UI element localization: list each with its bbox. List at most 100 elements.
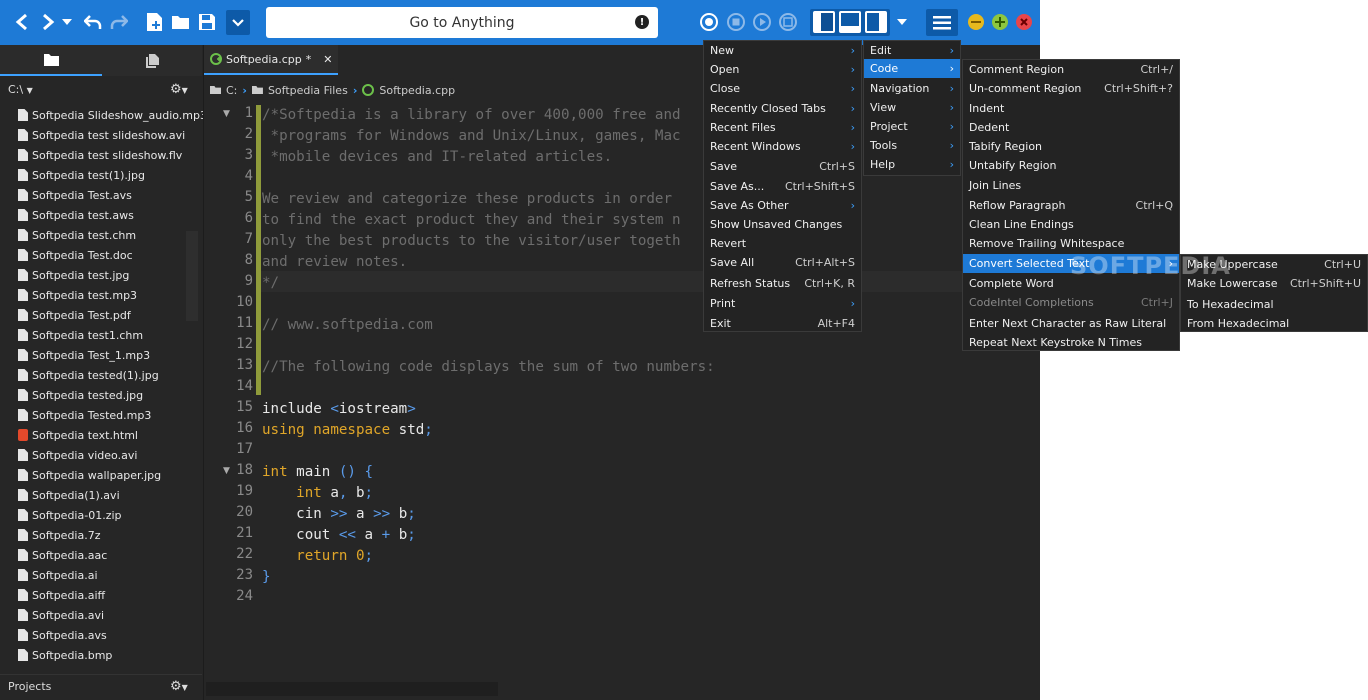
file-list-item[interactable]: Softpedia wallpaper.jpg bbox=[0, 465, 202, 485]
menu-item-revert[interactable]: Revert bbox=[704, 234, 861, 253]
notification-icon[interactable]: ! bbox=[635, 15, 649, 29]
projects-settings-button[interactable]: ⚙▼ bbox=[170, 679, 188, 694]
menu-item-tabify-region[interactable]: Tabify Region bbox=[963, 137, 1179, 156]
undo-icon[interactable] bbox=[82, 12, 104, 32]
file-list-item[interactable]: Softpedia Test.doc bbox=[0, 245, 202, 265]
layout-dropdown-icon[interactable] bbox=[895, 14, 909, 30]
redo-icon[interactable] bbox=[108, 12, 130, 32]
fold-toggle-icon[interactable]: ▼ bbox=[223, 109, 230, 119]
editor-tab-softpedia-cpp[interactable]: Softpedia.cpp * ✕ bbox=[204, 45, 338, 75]
stop-macro-icon[interactable] bbox=[725, 11, 747, 33]
menu-item-tools[interactable]: Tools › bbox=[864, 136, 960, 155]
menu-item-indent[interactable]: Indent bbox=[963, 99, 1179, 118]
save-macro-icon[interactable] bbox=[777, 11, 799, 33]
menu-item-codeintel-completions[interactable]: CodeIntel Completions Ctrl+J bbox=[963, 293, 1179, 312]
file-list-item[interactable]: Softpedia tested(1).jpg bbox=[0, 365, 202, 385]
menu-item-save-as[interactable]: Save As... Ctrl+Shift+S bbox=[704, 177, 861, 196]
history-dropdown-icon[interactable] bbox=[60, 14, 74, 30]
file-list-item[interactable]: Softpedia Test.avs bbox=[0, 185, 202, 205]
file-list-item[interactable]: Softpedia test.aws bbox=[0, 205, 202, 225]
menu-item-recent-files[interactable]: Recent Files › bbox=[704, 118, 861, 137]
menu-item-close[interactable]: Close › bbox=[704, 79, 861, 98]
breadcrumb-item[interactable]: C: bbox=[226, 84, 237, 97]
file-list-item[interactable]: Softpedia test.jpg bbox=[0, 265, 202, 285]
file-list-item[interactable]: Softpedia test1.chm bbox=[0, 325, 202, 345]
file-list-item[interactable]: Softpedia.bmp bbox=[0, 645, 202, 665]
file-list-item[interactable]: Softpedia(1).avi bbox=[0, 485, 202, 505]
menu-item-join-lines[interactable]: Join Lines bbox=[963, 176, 1179, 195]
file-list-item[interactable]: Softpedia test(1).jpg bbox=[0, 165, 202, 185]
file-list-item[interactable]: Softpedia.avs bbox=[0, 625, 202, 645]
menu-item-save-as-other[interactable]: Save As Other › bbox=[704, 196, 861, 215]
go-to-anything-input[interactable]: Go to Anything ! bbox=[266, 7, 658, 38]
menu-item-remove-trailing-whitespace[interactable]: Remove Trailing Whitespace bbox=[963, 234, 1179, 253]
file-list-item[interactable]: Softpedia.aiff bbox=[0, 585, 202, 605]
close-window-icon[interactable] bbox=[1016, 14, 1032, 30]
menu-item-navigation[interactable]: Navigation › bbox=[864, 79, 960, 98]
menu-item-reflow-paragraph[interactable]: Reflow Paragraph Ctrl+Q bbox=[963, 196, 1179, 215]
save-icon[interactable] bbox=[196, 11, 218, 33]
back-icon[interactable] bbox=[12, 12, 32, 32]
horizontal-scrollbar[interactable] bbox=[206, 682, 498, 696]
places-settings-button[interactable]: ⚙▼ bbox=[170, 82, 188, 97]
menu-item-clean-line-endings[interactable]: Clean Line Endings bbox=[963, 215, 1179, 234]
file-list-item[interactable]: Softpedia test.chm bbox=[0, 225, 202, 245]
tab-places[interactable] bbox=[0, 45, 102, 76]
menu-item-dedent[interactable]: Dedent bbox=[963, 118, 1179, 137]
menu-item-enter-next-character-as-raw-literal[interactable]: Enter Next Character as Raw Literal bbox=[963, 314, 1179, 333]
play-macro-icon[interactable] bbox=[751, 11, 773, 33]
file-list-item[interactable]: Softpedia Test.pdf bbox=[0, 305, 202, 325]
menu-item-repeat-next-keystroke-n-times[interactable]: Repeat Next Keystroke N Times bbox=[963, 333, 1179, 352]
menu-item-exit[interactable]: Exit Alt+F4 bbox=[704, 314, 861, 333]
file-list-item[interactable]: Softpedia Slideshow_audio.mp3 bbox=[0, 105, 207, 125]
file-list-item[interactable]: Softpedia test.mp3 bbox=[0, 285, 202, 305]
menu-item-refresh-status[interactable]: Refresh Status Ctrl+K, R bbox=[704, 274, 861, 293]
file-list-item[interactable]: Softpedia video.avi bbox=[0, 445, 202, 465]
file-list-item[interactable]: Softpedia.ai bbox=[0, 565, 202, 585]
maximize-icon[interactable] bbox=[992, 14, 1008, 30]
places-root-selector[interactable]: C:\ ▼ bbox=[8, 83, 33, 96]
layout-right-pane-icon[interactable] bbox=[865, 11, 887, 33]
breadcrumb-item[interactable]: Softpedia.cpp bbox=[379, 84, 455, 97]
file-list-item[interactable]: Softpedia test slideshow.flv bbox=[0, 145, 202, 165]
fold-toggle-icon[interactable]: ▼ bbox=[223, 466, 230, 476]
file-list-item[interactable]: Softpedia tested.jpg bbox=[0, 385, 202, 405]
menu-item-untabify-region[interactable]: Untabify Region bbox=[963, 156, 1179, 175]
menu-item-project[interactable]: Project › bbox=[864, 117, 960, 136]
menu-item-new[interactable]: New › bbox=[704, 41, 861, 60]
open-folder-icon[interactable] bbox=[169, 11, 193, 33]
menu-item-recently-closed-tabs[interactable]: Recently Closed Tabs › bbox=[704, 99, 861, 118]
menu-item-open[interactable]: Open › bbox=[704, 60, 861, 79]
breadcrumb-item[interactable]: Softpedia Files bbox=[268, 84, 348, 97]
layout-left-pane-icon[interactable] bbox=[813, 11, 835, 33]
new-file-icon[interactable] bbox=[143, 11, 165, 33]
file-list-item[interactable]: Softpedia-01.zip bbox=[0, 505, 202, 525]
file-list-item[interactable]: Softpedia.avi bbox=[0, 605, 202, 625]
menu-item-help[interactable]: Help › bbox=[864, 155, 960, 174]
file-list-item[interactable]: Softpedia test slideshow.avi bbox=[0, 125, 202, 145]
places-scrollbar[interactable] bbox=[186, 231, 198, 321]
menu-item-un-comment-region[interactable]: Un-comment Region Ctrl+Shift+? bbox=[963, 79, 1179, 98]
hamburger-menu-icon[interactable] bbox=[926, 9, 958, 36]
code-area[interactable]: /*Softpedia is a library of over 400,000… bbox=[261, 103, 1040, 683]
record-macro-icon[interactable] bbox=[698, 11, 720, 33]
file-list-item[interactable]: Softpedia.aac bbox=[0, 545, 202, 565]
menu-item-save-all[interactable]: Save All Ctrl+Alt+S bbox=[704, 253, 861, 272]
menu-item-code[interactable]: Code › bbox=[864, 59, 960, 78]
menu-item-comment-region[interactable]: Comment Region Ctrl+/ bbox=[963, 60, 1179, 79]
forward-icon[interactable] bbox=[38, 12, 58, 32]
file-list-item[interactable]: Softpedia Tested.mp3 bbox=[0, 405, 202, 425]
tab-open-files[interactable] bbox=[102, 45, 202, 76]
file-list-item[interactable]: Softpedia text.html bbox=[0, 425, 202, 445]
menu-item-save[interactable]: Save Ctrl+S bbox=[704, 157, 861, 176]
minimize-icon[interactable] bbox=[968, 14, 984, 30]
file-list-item[interactable]: Softpedia Test_1.mp3 bbox=[0, 345, 202, 365]
layout-bottom-pane-icon[interactable] bbox=[839, 11, 861, 33]
close-tab-icon[interactable]: ✕ bbox=[323, 53, 332, 66]
file-list-item[interactable]: Softpedia.7z bbox=[0, 525, 202, 545]
more-dropdown-icon[interactable] bbox=[226, 10, 250, 35]
menu-item-to-hexadecimal[interactable]: To Hexadecimal bbox=[1181, 295, 1367, 314]
menu-item-recent-windows[interactable]: Recent Windows › bbox=[704, 137, 861, 156]
menu-item-show-unsaved-changes[interactable]: Show Unsaved Changes bbox=[704, 215, 861, 234]
menu-item-edit[interactable]: Edit › bbox=[864, 41, 960, 60]
